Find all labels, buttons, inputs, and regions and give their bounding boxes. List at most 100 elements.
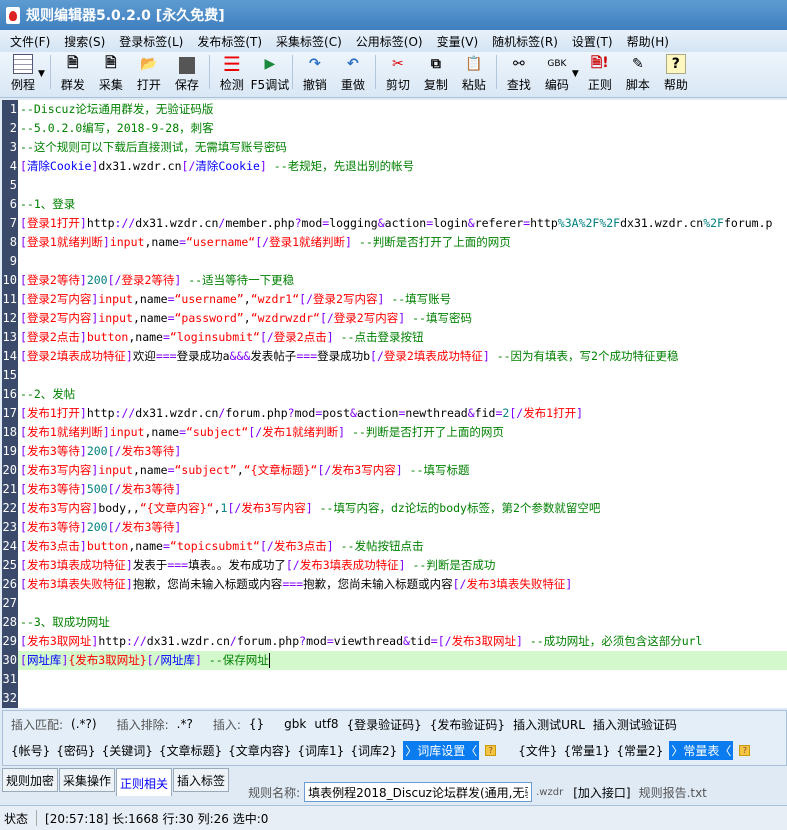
menu-collect-tags[interactable]: 采集标签(C) [270,33,350,50]
open-button[interactable]: 📂 打开 [130,54,168,93]
collect-button[interactable]: 🗎 采集 [92,54,130,93]
regex-button[interactable]: 🗎! 正则 [581,54,619,93]
example-button[interactable]: 例程 [4,54,42,93]
code-line[interactable]: 19 [发布3等待]200[/发布3等待] [2,442,787,461]
insert-snippet[interactable]: .*? [177,717,193,731]
tab-rule-encrypt[interactable]: 规则加密 [2,768,59,792]
code-line[interactable]: 14 [登录2填表成功特征]欢迎===登录成功a&&&发表帖子===登录成功b[/… [2,347,787,366]
cut-button[interactable]: ✂ 剪切 [379,54,417,93]
code-line[interactable]: 5 [2,176,787,195]
code-line[interactable]: 3 --这个规则可以下载后直接测试，无需填写账号密码 [2,138,787,157]
separator [49,55,51,89]
find-button[interactable]: ⚯ 查找 [500,54,538,93]
insert-snippet[interactable]: {发布验证码} [430,716,505,733]
menu-login-tags[interactable]: 登录标签(L) [113,33,191,50]
redo-button[interactable]: ↶ 重做 [334,54,372,93]
code-line[interactable]: 15 [2,366,787,385]
code-token: === [167,558,189,572]
code-line[interactable]: 24 [发布3点击]button,name=“topicsubmit“[/发布3点… [2,537,787,556]
insert-snippet[interactable]: {} [249,717,264,731]
insert-variable[interactable]: {帐号} [11,742,50,759]
help-icon[interactable]: ? [739,744,751,756]
code-line[interactable]: 29 [发布3取网址]http://dx31.wzdr.cn/forum.php?… [2,632,787,651]
code-line[interactable]: 27 [2,594,787,613]
code-line[interactable]: 2 --5.0.2.0编写，2018-9-28，刺客 [2,119,787,138]
menu-variables[interactable]: 变量(V) [431,33,487,50]
code-line[interactable]: 31 [2,670,787,689]
insert-variable[interactable]: {文章内容} [228,742,291,759]
code-line[interactable]: 20 [发布3写内容]input,name=“subject”,“{文章标题}“[… [2,461,787,480]
help-icon[interactable]: ? [485,744,497,756]
code-line[interactable]: 32 [2,689,787,708]
menu-common-tags[interactable]: 公用标签(O) [350,33,431,50]
copy-button[interactable]: ⧉ 复制 [417,54,455,93]
code-token: ] [79,520,87,534]
settings-link[interactable]: 〉常量表〈 [669,740,734,760]
insert-variable[interactable]: {词库2} [350,742,397,759]
code-line[interactable]: 7 [登录1打开]http://dx31.wzdr.cn/member.php?m… [2,214,787,233]
f5-debug-button[interactable]: ▶ F5调试 [251,54,290,93]
code-line[interactable]: 8 [登录1就绪判断]input,name=“username“[/登录1就绪判断… [2,233,787,252]
insert-snippet[interactable]: gbk [284,717,306,731]
code-line[interactable]: 16 --2、发帖 [2,385,787,404]
insert-snippet[interactable]: {登录验证码} [347,716,422,733]
code-line[interactable]: 1 --Discuz论坛通用群发，无验证码版 [2,100,787,119]
code-line[interactable]: 26 [发布3填表失败特征]抱歉，您尚未输入标题或内容===抱歉，您尚未输入标题或… [2,575,787,594]
menu-random-tags[interactable]: 随机标签(R) [486,33,566,50]
settings-link[interactable]: 〉词库设置〈 [403,740,480,760]
code-token: 欢迎 [132,349,156,363]
code-line[interactable]: 18 [发布1就绪判断]input,name=“subject“[/发布1就绪判断… [2,423,787,442]
insert-variable[interactable]: {密码} [56,742,95,759]
tab-collect-ops[interactable]: 采集操作 [59,768,116,792]
code-line[interactable]: 4 [清除Cookie]dx31.wzdr.cn[/清除Cookie] --老规矩… [2,157,787,176]
code-line[interactable]: 6 --1、登录 [2,195,787,214]
code-line[interactable]: 13 [登录2点击]button,name=“loginsubmit“[/登录2点… [2,328,787,347]
menu-file[interactable]: 文件(F) [4,33,58,50]
insert-variable[interactable]: {关键词} [102,742,153,759]
paste-button[interactable]: 📋 粘贴 [455,54,493,93]
code-token: dx31.wzdr.cn [98,159,182,173]
menu-help[interactable]: 帮助(H) [621,33,677,50]
code-token: [/ [146,653,161,667]
code-line[interactable]: 23 [发布3等待]200[/发布3等待] [2,518,787,537]
encoding-dropdown-arrow[interactable]: ▼ [572,69,579,79]
add-interface-button[interactable]: [加入接口] [573,784,630,801]
code-line[interactable]: 25 [发布3填表成功特征]发表于===填表。。发布成功了[/发布3填表成功特征]… [2,556,787,575]
code-token: 发布3等待 [121,482,175,496]
insert-variable[interactable]: {文件} [518,742,557,759]
insert-snippet[interactable]: (.*?) [71,717,97,731]
rule-name-input[interactable] [304,782,533,802]
insert-snippet[interactable]: 插入测试验证码 [593,716,677,733]
insert-variable[interactable]: {词库1} [297,742,344,759]
save-button[interactable]: 保存 [168,57,206,93]
help-button[interactable]: ? 帮助 [657,54,695,93]
script-button[interactable]: ✎ 脚本 [619,54,657,93]
encoding-button[interactable]: GBK 编码 [538,54,576,93]
code-line[interactable]: 17 [发布1打开]http://dx31.wzdr.cn/forum.php?m… [2,404,787,423]
line-code: --2、发帖 [18,385,75,404]
code-line[interactable]: 10 [登录2等待]200[/登录2等待] --适当等待一下更稳 [2,271,787,290]
rule-report-link[interactable]: 规则报告.txt [639,784,707,801]
insert-snippet[interactable]: 插入测试URL [513,716,585,733]
insert-snippet[interactable]: utf8 [314,717,338,731]
tab-insert-tags[interactable]: 插入标签 [173,768,230,792]
example-dropdown-arrow[interactable]: ▼ [38,69,45,79]
tab-regex[interactable]: 正则相关 [116,768,173,796]
menu-search[interactable]: 搜索(S) [58,33,113,50]
code-line[interactable]: 21 [发布3等待]500[/发布3等待] [2,480,787,499]
insert-variable[interactable]: {常量1} [564,742,611,759]
code-line[interactable]: 22 [发布3写内容]body,,“{文章内容}“,1[/发布3写内容] --填写… [2,499,787,518]
check-button[interactable]: ☰ 检测 [213,52,251,93]
code-line[interactable]: 30 [网址库]{发布3取网址}[/网址库] --保存网址 [2,651,787,670]
code-editor[interactable]: 1 --Discuz论坛通用群发，无验证码版 2 --5.0.2.0编写，2018-9… [2,100,787,708]
group-send-button[interactable]: 🗎 群发 [54,54,92,93]
menu-publish-tags[interactable]: 发布标签(T) [191,33,270,50]
undo-button[interactable]: ↷ 撤销 [296,54,334,93]
insert-variable[interactable]: {文章标题} [159,742,222,759]
insert-variable[interactable]: {常量2} [616,742,663,759]
code-line[interactable]: 11 [登录2写内容]input,name=“username”,“wzdr1“[… [2,290,787,309]
code-line[interactable]: 12 [登录2写内容]input,name=“password”,“wzdrwzd… [2,309,787,328]
code-line[interactable]: 28 --3、取成功网址 [2,613,787,632]
menu-settings[interactable]: 设置(T) [566,33,621,50]
code-line[interactable]: 9 [2,252,787,271]
